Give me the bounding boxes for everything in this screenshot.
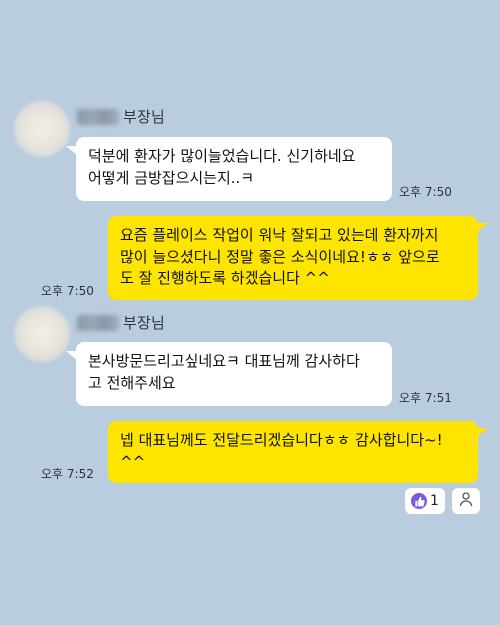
sender-avatar[interactable] <box>14 101 70 157</box>
message-time: 오후 7:51 <box>399 391 452 405</box>
incoming-message-bubble[interactable]: 덕분에 환자가 많이늘었습니다. 신기하네요 어떻게 금방잡으시는지..ㅋ <box>76 137 392 201</box>
blurred-sender-name <box>77 315 119 331</box>
sender-name: 부장님 <box>123 108 166 126</box>
outgoing-message-bubble[interactable]: 넵 대표님께도 전달드리겠습니다ㅎㅎ 감사합니다~! ^^ <box>108 421 478 483</box>
blurred-sender-name <box>77 109 119 125</box>
add-reaction-button[interactable] <box>452 488 480 514</box>
bubble-tail <box>476 428 488 438</box>
sender-avatar[interactable] <box>14 306 70 362</box>
message-time: 오후 7:52 <box>41 467 94 481</box>
like-count: 1 <box>430 493 439 509</box>
sender-name: 부장님 <box>123 314 166 332</box>
message-time: 오후 7:50 <box>41 284 94 298</box>
bubble-tail <box>476 223 488 233</box>
message-time: 오후 7:50 <box>399 185 452 199</box>
outgoing-message-bubble[interactable]: 요즘 플레이스 작업이 워낙 잘되고 있는데 환자까지 많이 늘으셨다니 정말 … <box>108 216 478 300</box>
incoming-message-bubble[interactable]: 본사방문드리고싶네요ㅋ 대표님께 감사하다 고 전해주세요 <box>76 342 392 406</box>
person-icon <box>458 491 474 511</box>
like-reaction[interactable]: 1 <box>405 488 445 514</box>
thumbs-up-icon <box>411 493 428 509</box>
